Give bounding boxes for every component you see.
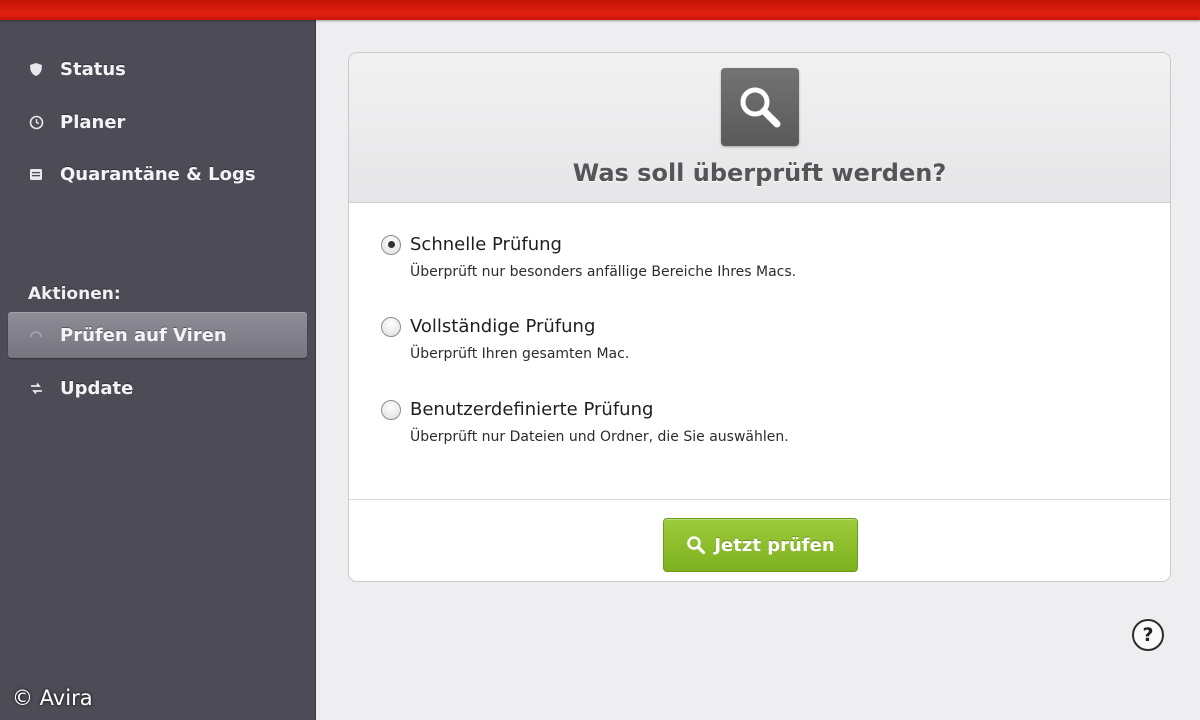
clock-icon: [28, 114, 44, 130]
option-row[interactable]: Schnelle Prüfung: [381, 234, 1141, 255]
copyright-credit: © Avira: [12, 686, 93, 710]
actions-section-label: Aktionen:: [28, 284, 121, 304]
sidebar-item-status[interactable]: Status: [8, 46, 307, 92]
start-scan-button-label: Jetzt prüfen: [714, 534, 835, 556]
radio-vollstaendige-pruefung[interactable]: [381, 316, 401, 337]
option-description: Überprüft Ihren gesamten Mac.: [410, 346, 630, 362]
sidebar-item-label: Prüfen auf Viren: [60, 324, 227, 346]
option-row[interactable]: Benutzerdefinierte Prüfung: [381, 399, 1141, 420]
option-schnelle-pruefung: Schnelle Prüfung Überprüft nur besonders…: [381, 234, 1141, 280]
sidebar-item-label: Status: [60, 58, 126, 80]
option-title: Benutzerdefinierte Prüfung: [410, 399, 654, 420]
option-row[interactable]: Vollständige Prüfung: [381, 316, 1141, 337]
radio-schnelle-pruefung[interactable]: [381, 234, 401, 255]
search-icon: [686, 535, 706, 555]
option-title: Schnelle Prüfung: [410, 234, 562, 255]
option-description: Überprüft nur besonders anfällige Bereic…: [410, 264, 797, 280]
option-vollstaendige-pruefung: Vollständige Prüfung Überprüft Ihren ges…: [381, 316, 1141, 362]
scan-panel: Was soll überprüft werden? Schnelle Prüf…: [348, 52, 1171, 582]
sidebar-item-pruefen-auf-viren[interactable]: Prüfen auf Viren: [8, 312, 307, 358]
radio-benutzerdefinierte-pruefung[interactable]: [381, 399, 401, 420]
scan-panel-footer: Jetzt prüfen: [349, 499, 1170, 581]
sidebar-item-planer[interactable]: Planer: [8, 99, 307, 145]
sidebar-item-quarantaene-logs[interactable]: Quarantäne & Logs: [8, 151, 307, 197]
search-icon: [721, 68, 799, 146]
scan-icon: [28, 327, 44, 343]
start-scan-button[interactable]: Jetzt prüfen: [663, 518, 858, 572]
shield-icon: [28, 61, 44, 77]
scan-panel-header: Was soll überprüft werden?: [349, 53, 1170, 203]
option-title: Vollständige Prüfung: [410, 316, 596, 337]
update-arrows-icon: [28, 380, 44, 396]
option-benutzerdefinierte-pruefung: Benutzerdefinierte Prüfung Überprüft nur…: [381, 399, 1141, 445]
help-button[interactable]: ?: [1132, 619, 1164, 651]
sidebar-item-label: Planer: [60, 111, 126, 133]
app-top-bar: [0, 0, 1200, 20]
archive-icon: [28, 166, 44, 182]
sidebar-item-label: Update: [60, 377, 134, 399]
option-description: Überprüft nur Dateien und Ordner, die Si…: [410, 429, 789, 445]
scan-question-title: Was soll überprüft werden?: [572, 159, 947, 187]
sidebar: Status Planer Quarantäne & Logs Aktionen…: [0, 20, 316, 720]
radio-selected-dot: [387, 241, 395, 248]
sidebar-item-update[interactable]: Update: [8, 365, 307, 411]
sidebar-item-label: Quarantäne & Logs: [60, 163, 256, 185]
